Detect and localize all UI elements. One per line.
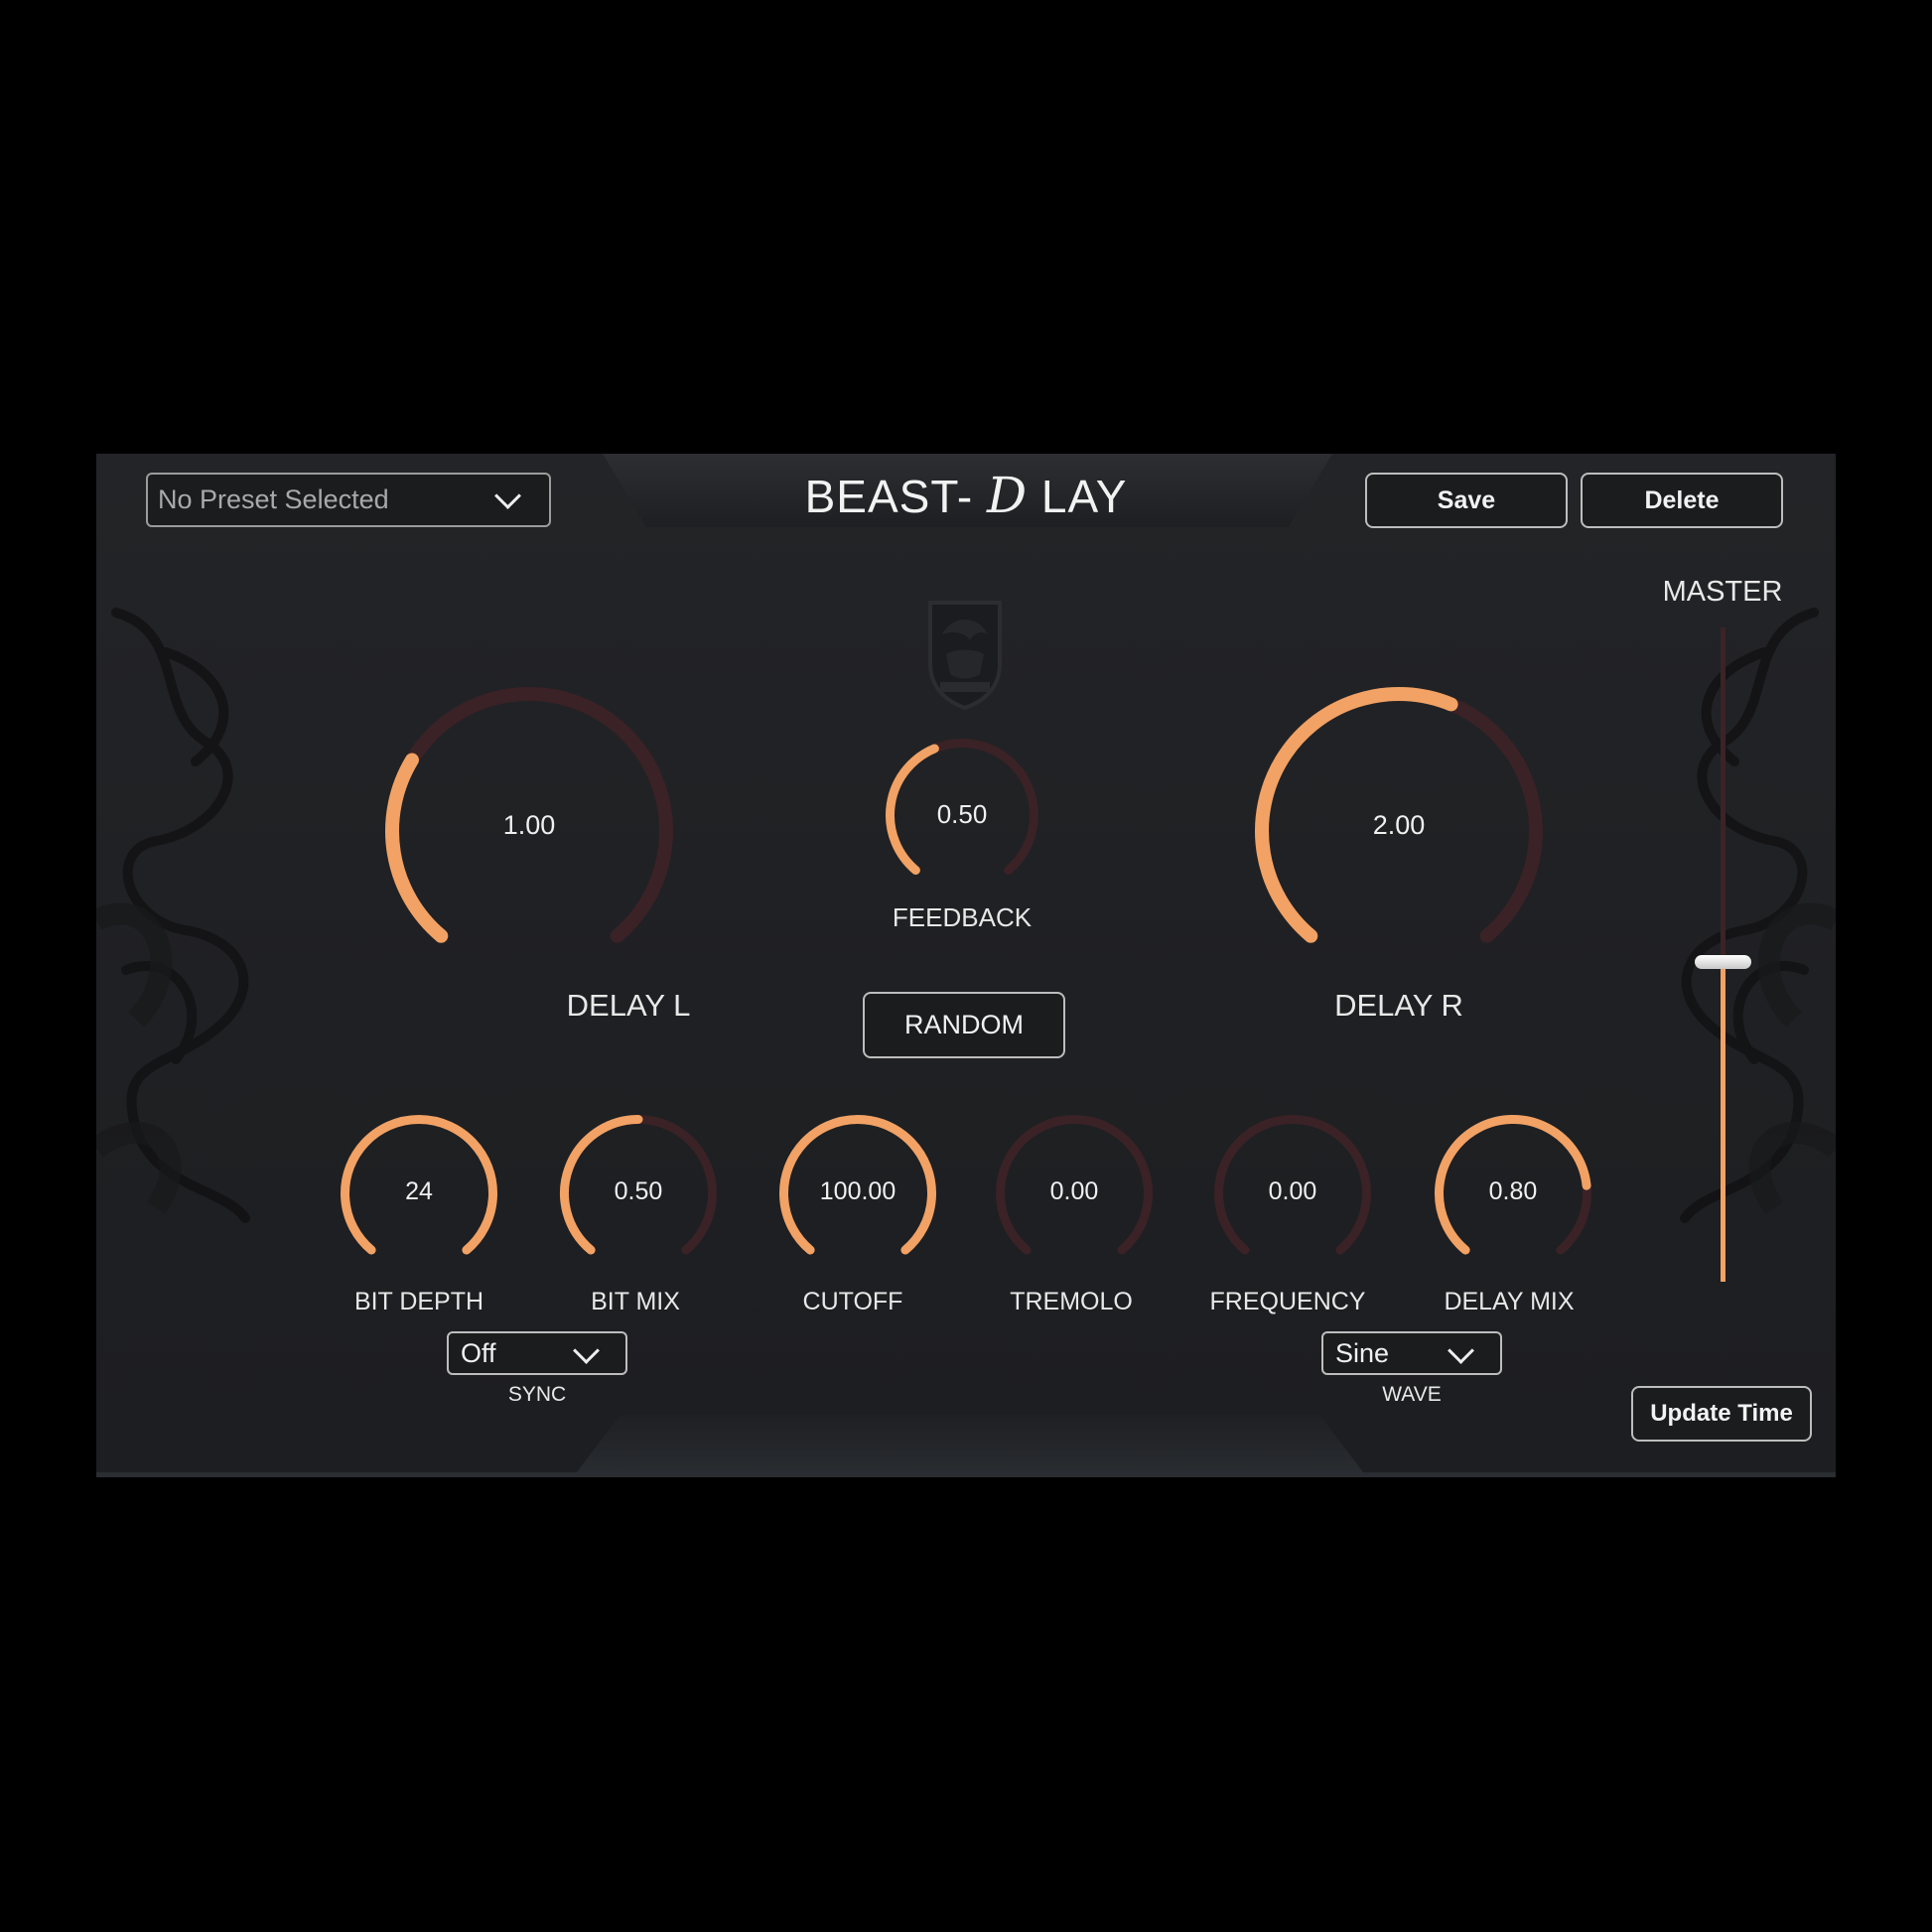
plugin-window: No Preset Selected BEAST- D LAY Save Del… <box>96 454 1836 1477</box>
master-slider-fill <box>1721 962 1725 1282</box>
cutoff-label: CUTOFF <box>802 1288 903 1315</box>
wave-dropdown[interactable]: Sine <box>1321 1331 1502 1375</box>
delay-mix-value: 0.80 <box>1488 1177 1538 1205</box>
delay-l-knob[interactable]: 1.00 <box>383 685 675 977</box>
feedback-label: FEEDBACK <box>892 902 1033 932</box>
bit-depth-label: BIT DEPTH <box>353 1288 484 1315</box>
vine-left-decoration <box>96 608 250 1223</box>
frequency-label: FREQUENCY <box>1209 1288 1366 1315</box>
delete-button-label: Delete <box>1644 486 1720 514</box>
tremolo-knob[interactable]: 0.00 <box>994 1113 1155 1274</box>
delay-r-label: DELAY R <box>1334 988 1463 1023</box>
chevron-down-icon <box>573 1337 600 1364</box>
beast-emblem-icon <box>928 601 1002 710</box>
title-stylized-letter: D <box>986 467 1029 524</box>
delay-l-knob-value-arc <box>385 753 449 943</box>
chevron-down-icon <box>1448 1337 1474 1364</box>
delete-button[interactable]: Delete <box>1581 473 1783 528</box>
plugin-title: BEAST- D LAY <box>96 467 1836 524</box>
delay-r-value: 2.00 <box>1372 810 1426 840</box>
bottom-edge <box>96 1472 1836 1477</box>
bit-mix-value: 0.50 <box>614 1177 663 1205</box>
cutoff-knob[interactable]: 100.00 <box>777 1113 938 1274</box>
bit-depth-value: 24 <box>405 1177 433 1205</box>
cutoff-value: 100.00 <box>819 1177 897 1205</box>
delay-mix-label: DELAY MIX <box>1444 1288 1575 1315</box>
wave-selected-label: Sine <box>1335 1338 1390 1368</box>
title-suffix: LAY <box>1040 471 1128 522</box>
delay-l-value: 1.00 <box>502 810 556 840</box>
bit-mix-knob[interactable]: 0.50 <box>558 1113 719 1274</box>
bottom-plate <box>573 1415 1367 1477</box>
tremolo-label: TREMOLO <box>1010 1288 1133 1315</box>
save-button-label: Save <box>1437 486 1496 514</box>
master-slider-thumb[interactable] <box>1695 955 1751 969</box>
frequency-value: 0.00 <box>1268 1177 1317 1205</box>
delay-mix-knob[interactable]: 0.80 <box>1433 1113 1593 1274</box>
update-time-button[interactable]: Update Time <box>1631 1386 1812 1442</box>
title-prefix: BEAST- <box>804 471 974 522</box>
random-button[interactable]: RANDOM <box>863 992 1065 1058</box>
bit-mix-label: BIT MIX <box>591 1288 680 1315</box>
wave-label: WAVE <box>1382 1383 1442 1406</box>
master-slider-track[interactable] <box>1721 627 1725 962</box>
feedback-knob[interactable]: 0.50 <box>884 737 1040 894</box>
master-label: MASTER <box>1662 576 1783 608</box>
update-time-button-label: Update Time <box>1650 1400 1793 1427</box>
delay-r-knob[interactable]: 2.00 <box>1253 685 1545 977</box>
sync-label: SYNC <box>507 1383 567 1406</box>
sync-dropdown[interactable]: Off <box>447 1331 627 1375</box>
random-button-label: RANDOM <box>904 1010 1024 1039</box>
vine-right-decoration <box>1680 608 1836 1223</box>
bit-depth-knob[interactable]: 24 <box>339 1113 499 1274</box>
tremolo-value: 0.00 <box>1049 1177 1099 1205</box>
save-button[interactable]: Save <box>1365 473 1568 528</box>
sync-selected-label: Off <box>461 1338 496 1368</box>
feedback-value: 0.50 <box>936 799 988 829</box>
frequency-knob[interactable]: 0.00 <box>1212 1113 1373 1274</box>
delay-l-label: DELAY L <box>566 988 691 1023</box>
